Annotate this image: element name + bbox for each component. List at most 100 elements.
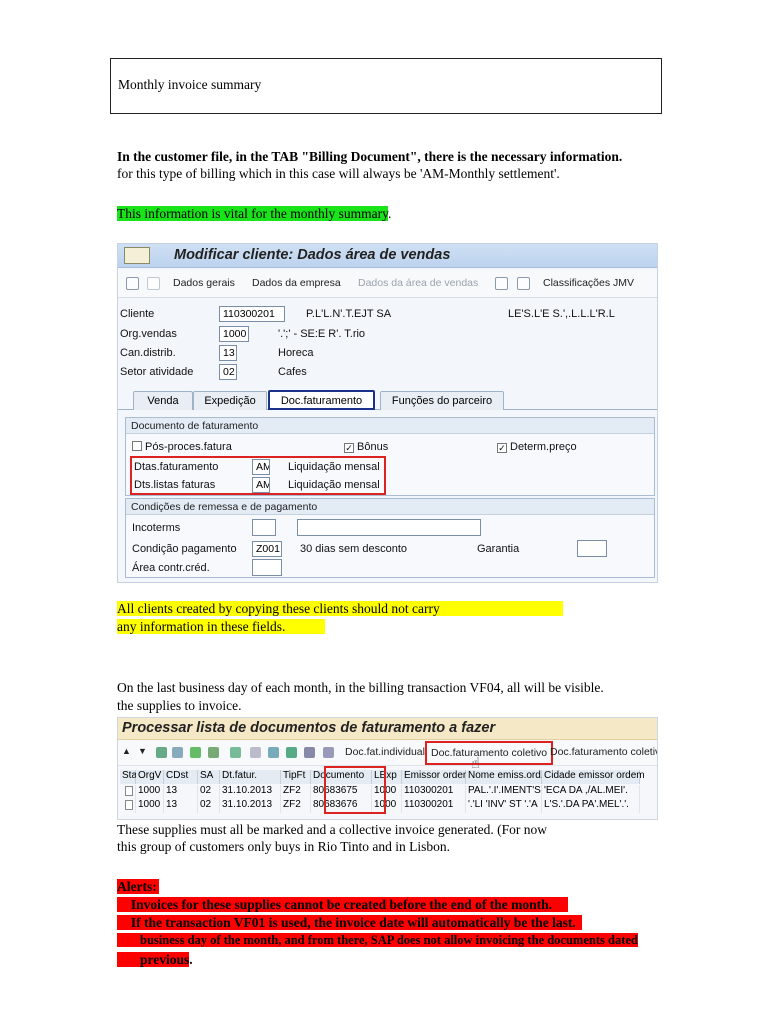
excel-icon[interactable] [286,747,297,758]
tab-doc-faturamento[interactable]: Doc.faturamento [268,390,375,410]
tab-expedicao[interactable]: Expedição [193,391,267,410]
table-cell: 13 [164,785,198,799]
cliente-name: P.L'L.N'.T.EJT SA [306,308,392,320]
alert-2-text:  If the transaction VF01 is used, the i… [117,915,582,930]
setor-field[interactable]: 02 [219,364,237,380]
alert-1:  Invoices for these supplies cannot be … [117,896,568,913]
area-contr-field[interactable] [252,559,282,576]
table-cell: L'S.'.DA PA'.MEL'.'. [542,799,640,813]
chk-bonus[interactable]: ✓ Bônus [344,441,388,453]
doc-title: Monthly invoice summary [118,77,262,92]
alert-2-tail: . [189,952,193,967]
group1-header: Documento de faturamento [126,418,654,434]
dtas-faturamento-text: Liquidação mensal [288,461,380,473]
btn-dados-empresa[interactable]: Dados da empresa [252,277,341,289]
find-icon[interactable] [156,747,167,758]
tab-funcoes-parceiro[interactable]: Funções do parceiro [380,391,504,410]
label-dtas-faturamento: Dtas.faturamento [134,461,219,473]
sort-down-icon[interactable]: ▼ [138,746,147,756]
column-header[interactable]: OrgV [136,770,164,784]
arrow-icon[interactable] [495,277,508,290]
can-distrib-field[interactable]: 13 [219,345,237,361]
alert-2:  If the transaction VF01 is used, the i… [117,914,582,931]
sap-screen-title: Modificar cliente: Dados área de vendas [174,247,451,263]
checkbox-checked-icon[interactable]: ✓ [497,443,507,453]
copy-icon[interactable] [517,277,530,290]
dts-listas-field[interactable]: AM [252,477,270,493]
display-change-icon[interactable] [147,277,160,290]
yellow-highlight-2: any information in these fields. [117,619,326,634]
table-cell: ZF2 [281,785,311,799]
find-next-icon[interactable] [172,747,183,758]
btn-classificacoes[interactable]: Classificações JMV [543,277,634,289]
column-header[interactable]: SA [198,770,220,784]
can-distrib-name: Horeca [278,347,314,359]
label-setor: Setor atividade [120,366,194,378]
org-vendas-field[interactable]: 1000 [219,326,249,342]
checkbox-checked-icon[interactable]: ✓ [344,443,354,453]
subtotal-icon[interactable] [230,747,241,758]
marked-line-1: These supplies must all be marked and a … [117,822,547,837]
yellow-note-1: All clients created by copying these cli… [117,601,563,617]
btn-doc-fat-individual[interactable]: Doc.fat.individual [345,746,425,758]
chk-bonus-label: Bônus [357,441,389,453]
incoterms-part2-field[interactable] [297,519,481,536]
label-dts-listas: Dts.listas faturas [134,479,216,491]
btn-dados-area-vendas[interactable]: Dados da área de vendas [358,277,478,289]
chk-pos-proces[interactable]: Pós-proces.fatura [132,441,232,453]
sap-toolbar: Dados gerais Dados da empresa Dados da á… [118,270,657,298]
column-header[interactable]: Nome emiss.ord. [466,770,544,784]
sort-up-icon[interactable]: ▲ [122,746,131,756]
sap-customer-screen: Modificar cliente: Dados área de vendas … [117,243,658,583]
print-icon[interactable] [250,747,261,758]
menu-icon[interactable] [124,247,150,264]
dts-listas-text: Liquidação mensal [288,479,380,491]
vf04-line-2: the supplies to invoice. [117,698,242,713]
export-icon[interactable] [268,747,279,758]
checkbox-icon[interactable] [132,441,142,451]
btn-doc-faturamento-coletivo[interactable]: Doc.faturamento coletivo [425,741,554,765]
intro-plain: for this type of billing which in this c… [117,166,560,181]
incoterms-field[interactable] [252,519,276,536]
btn-dados-gerais[interactable]: Dados gerais [173,277,235,289]
table-cell: 31.10.2013 [220,785,281,799]
column-header[interactable]: Cidade emissor ordem [542,770,645,784]
column-header[interactable]: Emissor ordem [402,770,471,784]
sum-icon[interactable] [208,747,219,758]
condicao-pagamento-field[interactable]: Z001 [252,541,282,557]
edit-icon[interactable] [126,277,139,290]
alert-1-text:  Invoices for these supplies cannot be … [117,897,568,912]
tab-venda[interactable]: Venda [133,391,193,410]
alerts-title: Alerts: [117,878,159,895]
alerts-title-text: Alerts: [117,879,159,894]
details-icon[interactable] [323,747,334,758]
green-note-tail: . [387,206,392,221]
table-cell: 'ECA DA ,/AL.MEI'. [542,785,640,799]
setor-name: Cafes [278,366,307,378]
btn-doc-faturamento-coletivo-2[interactable]: Doc.faturamento coletivo/ [550,746,657,758]
marked-line-2: this group of customers only buys in Rio… [117,839,451,854]
column-header[interactable]: TipFt [281,770,311,784]
table-cell: '.'LI 'INV' ST '.'A [466,799,542,813]
label-condicao-pagamento: Condição pagamento [132,543,237,555]
label-cliente: Cliente [120,308,155,320]
garantia-field[interactable] [577,540,607,557]
org-vendas-name: '.';' - SE:E R'. T.rio [278,328,366,340]
green-highlight: This information is vital for the monthl… [117,206,388,221]
table-cell: 13 [164,799,198,813]
layout-icon[interactable] [304,747,315,758]
column-header[interactable]: Dt.fatur. [220,770,281,784]
filter-icon[interactable] [190,747,201,758]
sap2-toolbar: ▲ ▼ Doc.fat.individual Doc.faturamento c… [118,740,657,772]
document-icon[interactable] [120,799,136,813]
document-icon[interactable] [120,785,136,799]
column-header[interactable]: CDst [164,770,198,784]
table-cell: 02 [198,799,220,813]
sap2-screen-title: Processar lista de documentos de faturam… [122,720,496,736]
chk-determ-preco[interactable]: ✓ Determ.preço [497,441,577,453]
alert-2-continued-2: previous. [117,951,193,968]
title-box: Monthly invoice summary [110,58,662,114]
cliente-field[interactable]: 110300201 [219,306,285,322]
column-header[interactable]: Sta [120,770,137,784]
dtas-faturamento-field[interactable]: AM [252,459,270,475]
